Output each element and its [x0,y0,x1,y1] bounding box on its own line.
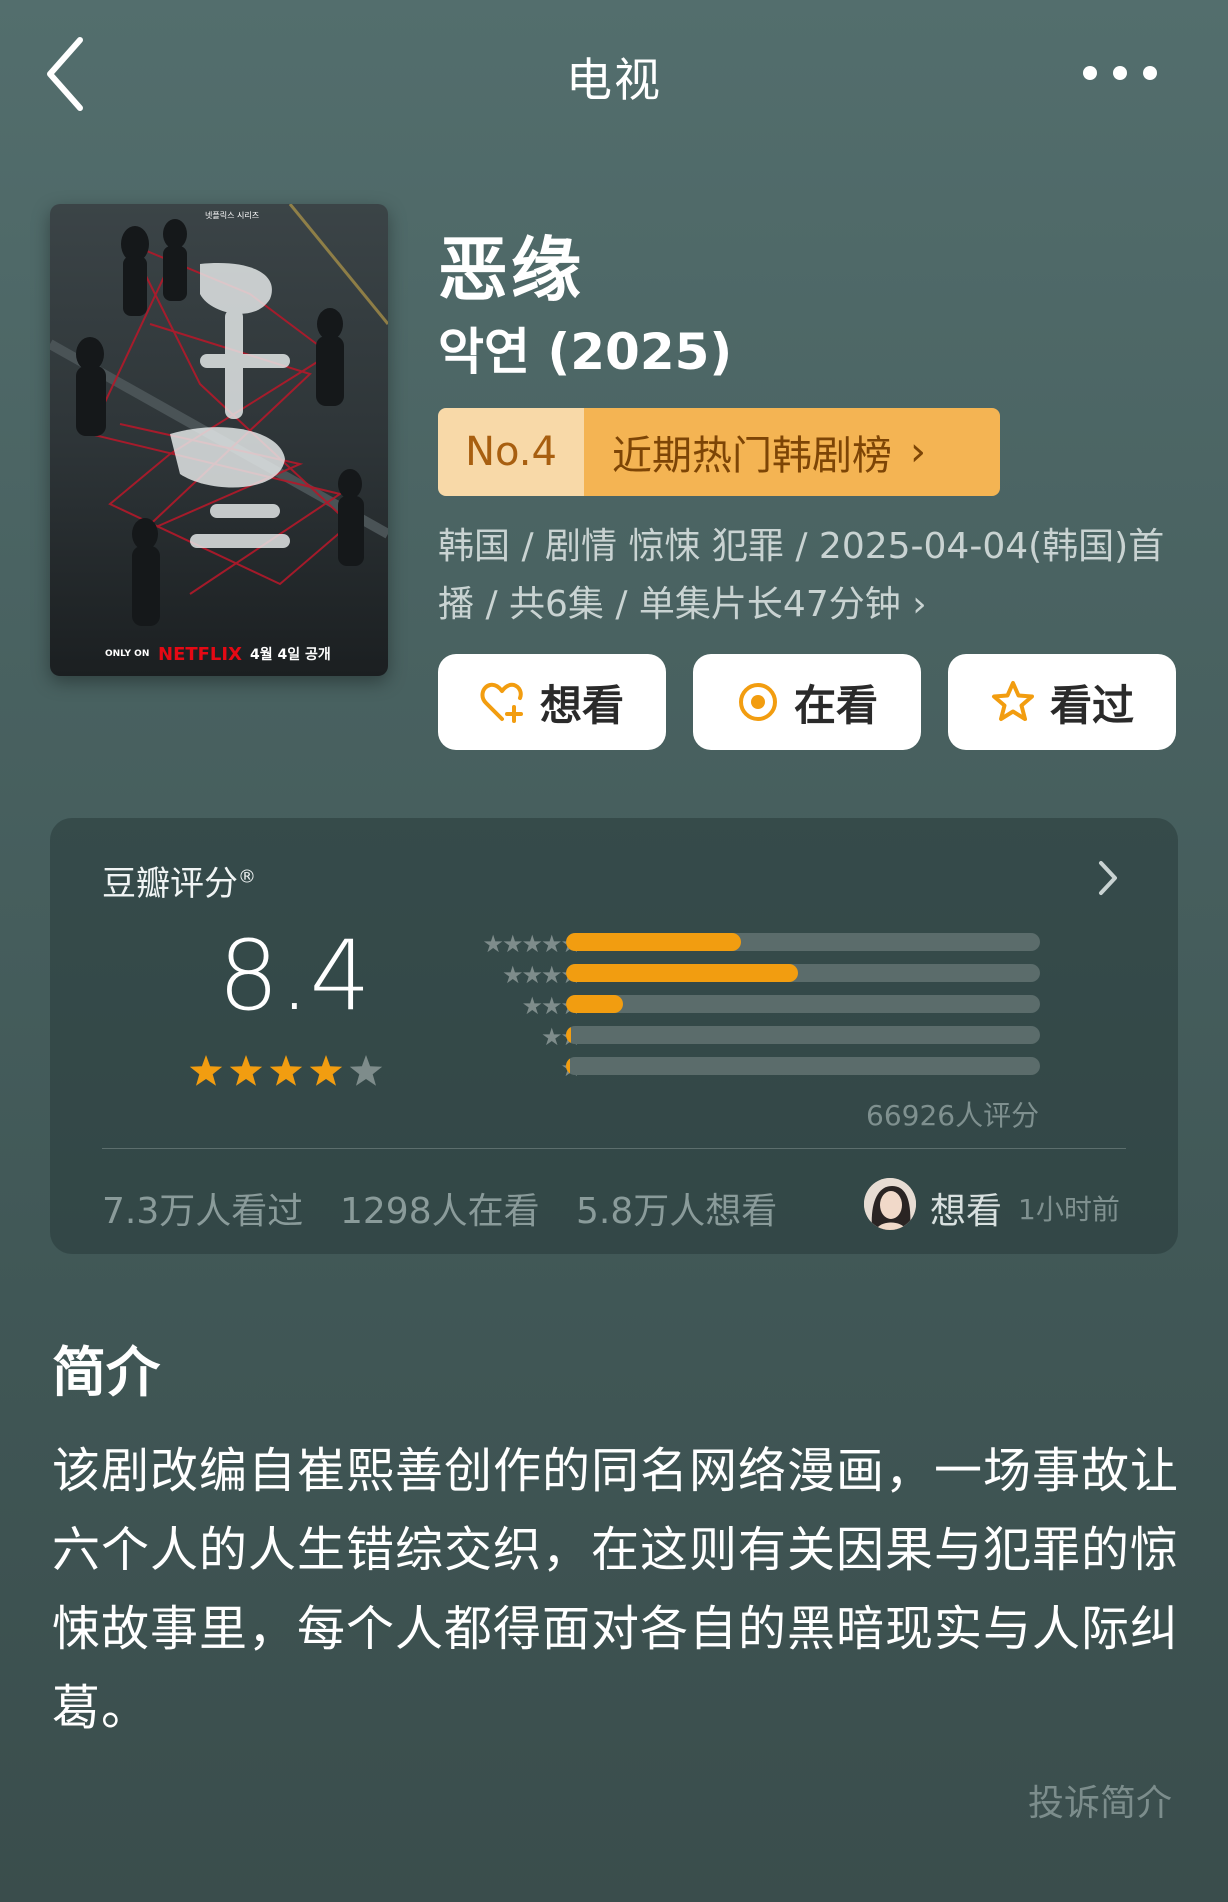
rating-stars [189,1055,383,1086]
watching-label: 在看 [793,680,878,730]
watched-button[interactable]: 看过 [948,654,1176,750]
distribution-row: ★★ [430,1023,1040,1051]
distribution-bar [566,964,799,982]
rating-star [189,1055,223,1086]
want-to-watch-button[interactable]: 想看 [438,654,666,750]
movie-meta-info[interactable]: 韩国 / 剧情 惊悚 犯罪 / 2025-04-04(韩国)首播 / 共6集 /… [438,518,1178,634]
distribution-track [566,933,1040,951]
rating-star [269,1055,303,1086]
heart-plus-icon [480,682,523,723]
ranking-badge[interactable]: No.4 近期热门韩剧榜 › [438,408,1000,496]
poster-release-date: 4월 4일 공개 [250,646,331,663]
poster-top-label: 넷플릭스 시리즈 [205,210,259,220]
rating-star [349,1055,383,1086]
title-original: 악연 (2025) [438,323,733,381]
poster-image[interactable]: 넷플릭스 시리즈 ONLY ON NETFLIX 4월 4일 공개 [50,204,388,676]
distribution-track [566,995,1040,1013]
friend-avatar[interactable] [864,1178,916,1230]
rating-star [309,1055,343,1086]
rank-list-name: 近期热门韩剧榜 [612,433,892,479]
distribution-track [566,1057,1040,1075]
watching-button[interactable]: 在看 [693,654,921,750]
distribution-row: ★ [430,1054,1040,1082]
rating-score: 8.4 [218,920,371,1032]
distribution-track [566,964,1040,982]
complain-intro-link[interactable]: 投诉简介 [1028,1774,1172,1826]
distribution-track [566,1026,1040,1044]
chevron-right-icon[interactable] [1096,858,1120,898]
want-label: 想看 [539,680,624,730]
poster-netflix-logo: NETFLIX [158,644,242,665]
title-chinese: 恶缘 [438,229,584,311]
intro-heading: 简介 [52,1341,160,1404]
friend-time: 1小时前 [1018,1193,1120,1226]
target-circle-icon [738,683,777,721]
rating-count: 66926人评分 [866,1099,1040,1132]
more-dots-icon[interactable] [1080,60,1160,86]
rank-list-link: 近期热门韩剧榜 › [584,408,1000,496]
rating-label: 豆瓣评分® [102,864,256,904]
distribution-row: ★★★★ [430,961,1040,989]
card-divider [102,1148,1126,1149]
watched-count[interactable]: 7.3万人看过 [102,1182,303,1234]
intro-text: 该剧改编自崔熙善创作的同名网络漫画，一场事故让六个人的人生错综交织，在这则有关因… [52,1443,1180,1736]
distribution-bar [566,995,623,1013]
page-title: 电视 [566,53,662,107]
chevron-right-icon: › [910,429,926,475]
rank-number: No.4 [438,408,584,496]
poster-artwork: 넷플릭스 시리즈 ONLY ON NETFLIX 4월 4일 공개 [50,204,388,676]
watched-label: 看过 [1049,680,1134,730]
friend-action: 想看 [930,1191,1003,1232]
poster-only-on: ONLY ON [105,649,149,659]
distribution-row: ★★★ [430,992,1040,1020]
want-count[interactable]: 5.8万人想看 [576,1182,777,1234]
star-outline-icon [991,681,1034,721]
distribution-bar [566,933,742,951]
rating-star [229,1055,263,1086]
distribution-row: ★★★★★ [430,930,1040,958]
watching-count[interactable]: 1298人在看 [340,1182,540,1234]
